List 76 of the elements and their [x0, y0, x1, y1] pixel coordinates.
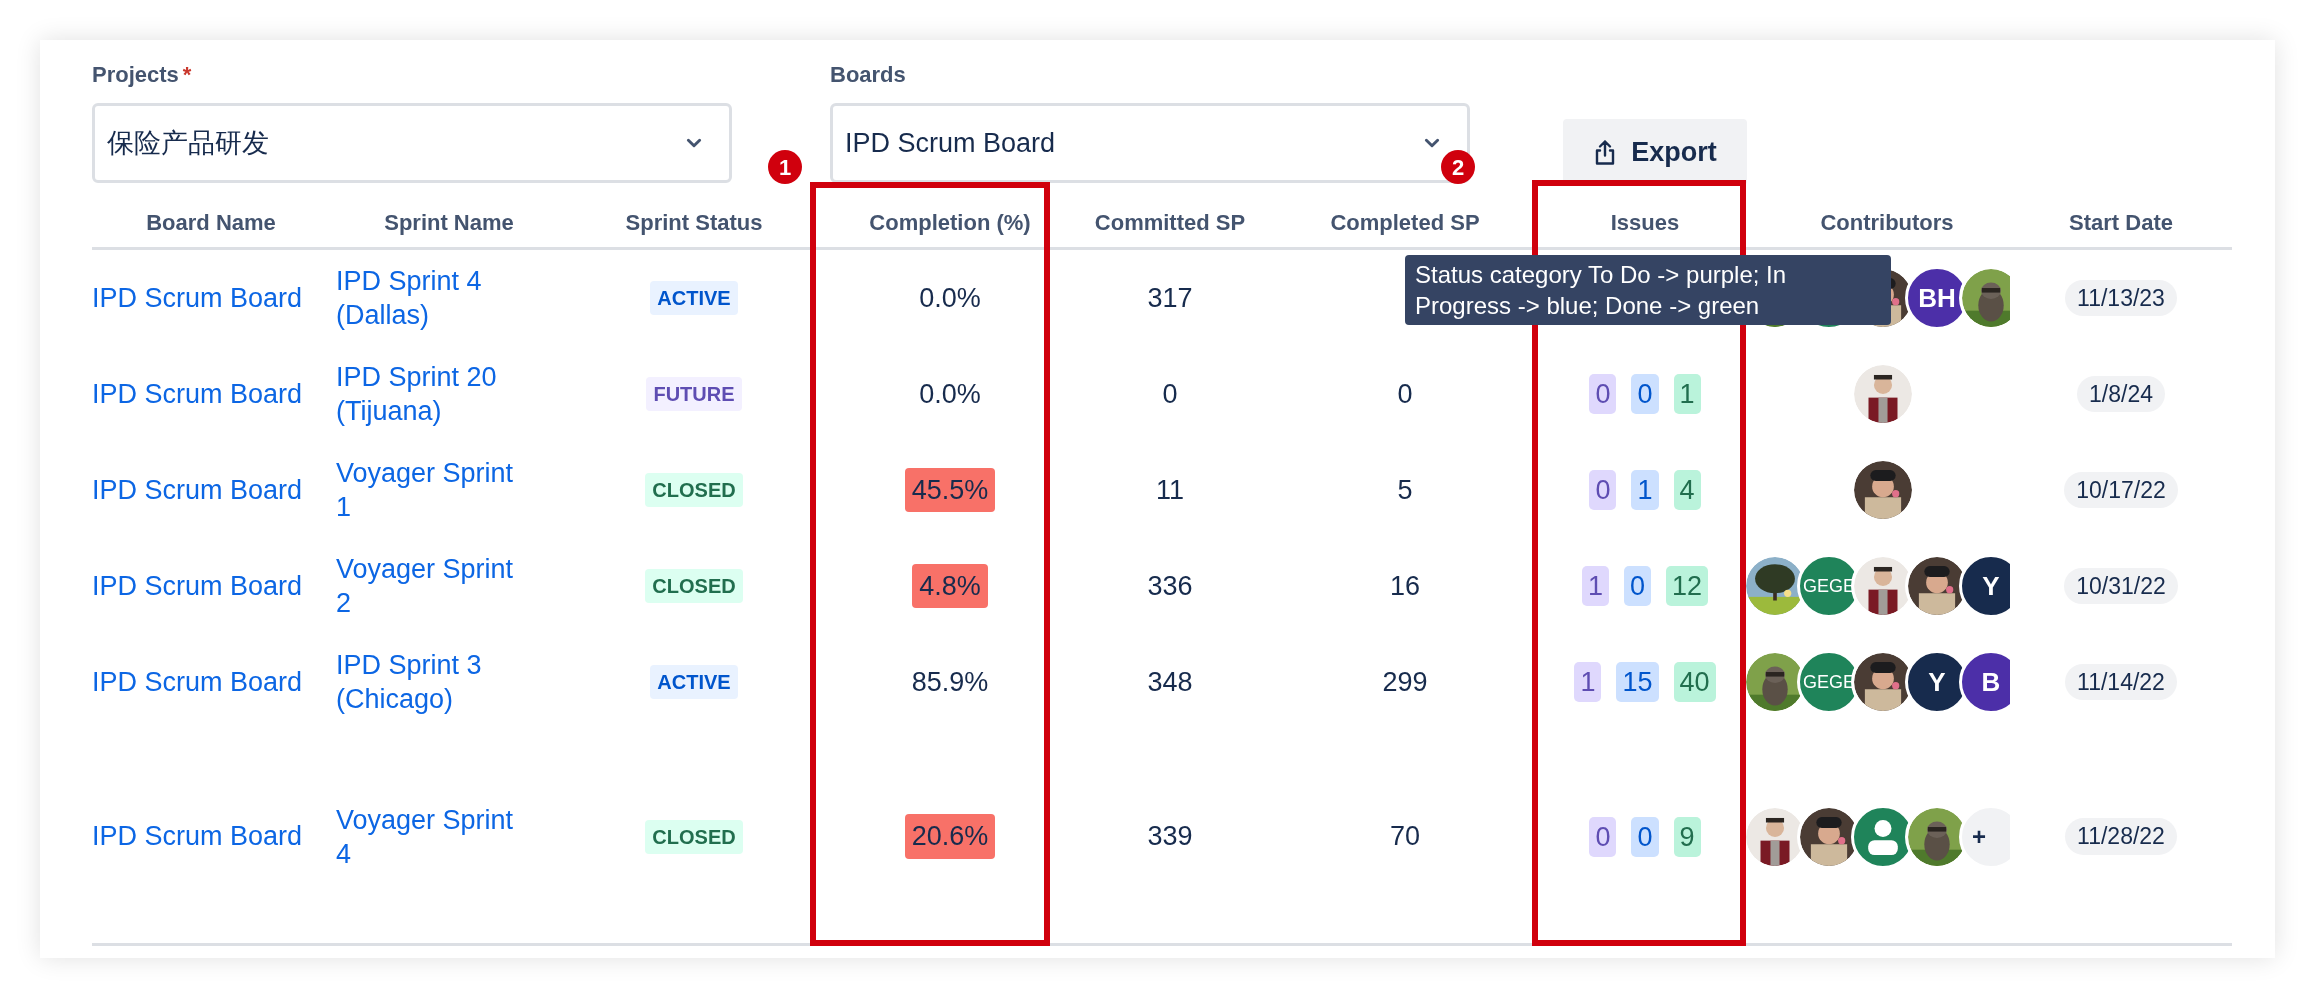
date-pill: 1/8/24: [2077, 375, 2165, 413]
board-link[interactable]: IPD Scrum Board: [92, 378, 303, 409]
board-link[interactable]: IPD Scrum Board: [92, 666, 303, 697]
issue-count: 40: [1673, 662, 1716, 702]
issue-count: 1: [1673, 374, 1701, 414]
issue-count: 12: [1666, 566, 1709, 606]
issue-count: 0: [1631, 374, 1659, 414]
completion-value: 0.0%: [918, 377, 982, 411]
issue-count: 15: [1616, 662, 1659, 702]
avatar: Y: [1959, 554, 2010, 618]
tooltip: Status category To Do -> purple; In Progress -> blue; Done -> green: [1405, 255, 1891, 325]
status-badge: FUTURE: [646, 377, 742, 411]
committed-value: 317: [1147, 281, 1193, 315]
issue-count: 0: [1623, 566, 1651, 606]
board-link[interactable]: IPD Scrum Board: [92, 282, 303, 313]
issue-count: 1: [1631, 470, 1659, 510]
status-badge: ACTIVE: [650, 665, 738, 699]
committed-value: 339: [1147, 820, 1193, 854]
annotation-marker: 1: [768, 150, 802, 184]
date-pill: 11/14/22: [2065, 663, 2177, 701]
column-header: Sprint Name: [384, 209, 514, 237]
issue-count: 1: [1574, 662, 1602, 702]
status-badge: CLOSED: [645, 473, 743, 507]
field-label: Boards: [830, 61, 907, 89]
sprint-link[interactable]: Voyager Sprint 2: [336, 552, 532, 620]
completed-value: 299: [1382, 665, 1428, 699]
sprint-link[interactable]: IPD Sprint 20 (Tijuana): [336, 360, 532, 428]
sprint-link[interactable]: IPD Sprint 4 (Dallas): [336, 264, 532, 332]
completion-value: 4.8%: [912, 563, 988, 609]
column-header: Board Name: [146, 209, 276, 237]
status-badge: ACTIVE: [650, 281, 738, 315]
committed-value: 0: [1162, 377, 1178, 411]
field-label: Projects: [92, 61, 179, 89]
committed-value: 336: [1147, 569, 1193, 603]
column-header: Committed SP: [1094, 209, 1246, 237]
date-pill: 10/31/22: [2064, 567, 2178, 605]
completed-value: 16: [1389, 569, 1420, 603]
select-value: IPD Scrum Board: [845, 126, 1056, 160]
select-value: 保险产品研发: [107, 126, 269, 160]
column-header: Start Date: [2069, 209, 2173, 237]
completion-value: 45.5%: [904, 467, 996, 513]
completed-value: 70: [1389, 820, 1420, 854]
column-header: Completion (%): [869, 209, 1031, 237]
completion-value: 20.6%: [904, 814, 996, 859]
issue-count: 0: [1589, 470, 1617, 510]
board-link[interactable]: IPD Scrum Board: [92, 821, 303, 852]
board-link[interactable]: IPD Scrum Board: [92, 570, 303, 601]
status-badge: CLOSED: [645, 819, 743, 854]
avatar: B: [1959, 650, 2010, 714]
completion-value: 0.0%: [918, 281, 982, 315]
issue-count: 4: [1673, 470, 1701, 510]
date-pill: 11/28/22: [2065, 818, 2177, 855]
sprint-link[interactable]: Voyager Sprint 4: [336, 802, 532, 871]
status-badge: CLOSED: [645, 569, 743, 603]
column-header: Completed SP: [1330, 209, 1480, 237]
issue-count: 0: [1589, 816, 1617, 857]
column-header: Sprint Status: [625, 209, 763, 237]
sprint-link[interactable]: IPD Sprint 3 (Chicago): [336, 648, 532, 716]
column-header: Contributors: [1820, 209, 1954, 237]
sprint-link[interactable]: Voyager Sprint 1: [336, 456, 532, 524]
completion-value: 85.9%: [910, 665, 990, 699]
completed-value: 0: [1397, 377, 1413, 411]
select-field[interactable]: 保险产品研发: [92, 103, 732, 183]
issue-count: 0: [1589, 374, 1617, 414]
column-header: Issues: [1610, 209, 1680, 237]
required-mark: *: [182, 61, 192, 89]
date-pill: 10/17/22: [2064, 471, 2178, 509]
user-icon: [1866, 818, 1900, 855]
date-pill: 11/13/23: [2065, 279, 2177, 317]
issue-count: 1: [1581, 566, 1609, 606]
issue-count: 0: [1631, 816, 1659, 857]
committed-value: 348: [1147, 665, 1193, 699]
board-link[interactable]: IPD Scrum Board: [92, 474, 303, 505]
committed-value: 11: [1156, 473, 1184, 507]
completed-value: 5: [1397, 473, 1413, 507]
issue-count: 9: [1673, 816, 1701, 857]
